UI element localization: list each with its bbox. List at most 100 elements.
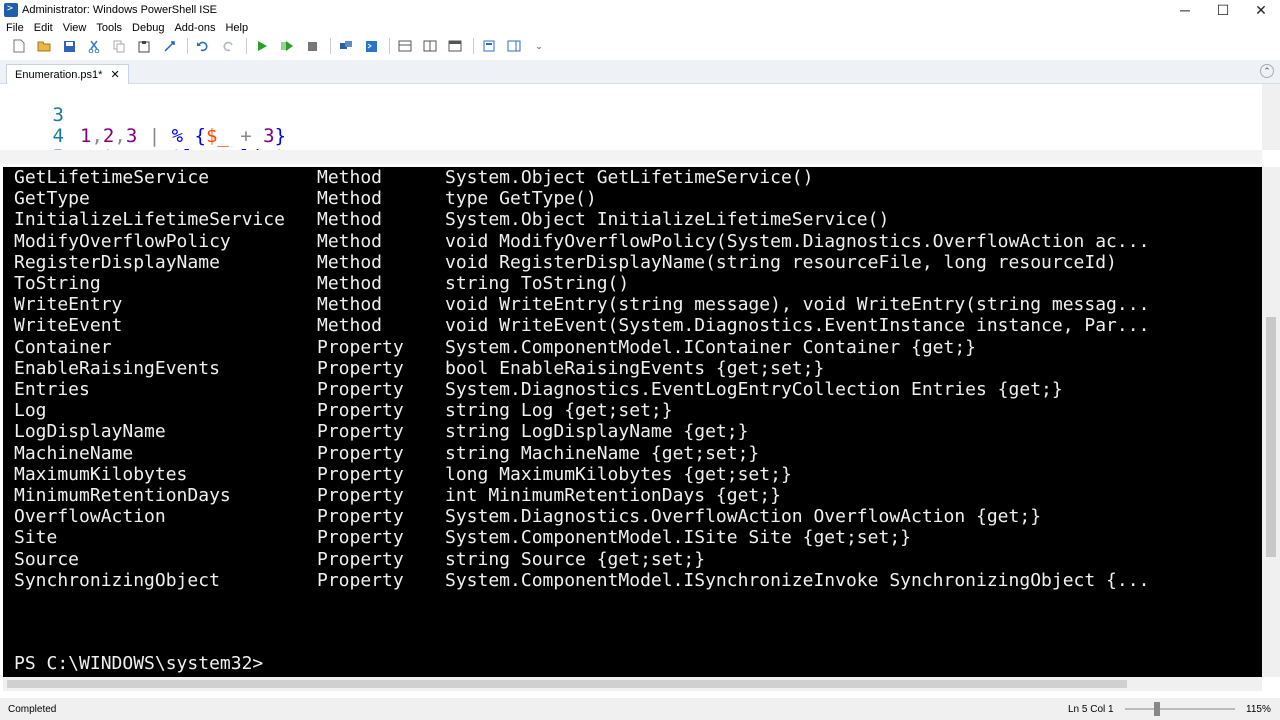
member-type: Property	[317, 463, 404, 485]
layout-top-icon[interactable]	[394, 36, 416, 56]
status-text: Completed	[8, 703, 57, 715]
member-definition: string Source {get;set;}	[445, 548, 706, 570]
member-type: Method	[317, 230, 383, 252]
menu-tools[interactable]: Tools	[90, 22, 126, 34]
member-name: WriteEntry	[14, 294, 123, 316]
member-definition: System.ComponentModel.ISite Site {get;se…	[445, 527, 911, 549]
menu-addons[interactable]: Add-ons	[168, 22, 219, 34]
member-name: RegisterDisplayName	[14, 251, 220, 273]
member-definition: int MinimumRetentionDays {get;}	[445, 485, 781, 506]
layout-max-icon[interactable]	[444, 36, 466, 56]
scroll-thumb[interactable]	[1266, 317, 1276, 557]
member-name: ModifyOverflowPolicy	[14, 230, 231, 252]
status-bar: Completed Ln 5 Col 1 115%	[0, 698, 1280, 720]
layout-right-icon[interactable]	[419, 36, 441, 56]
member-name: GetLifetimeService	[14, 167, 210, 188]
clear-console-icon[interactable]	[158, 36, 180, 56]
member-definition: System.ComponentModel.ISynchronizeInvoke…	[445, 569, 1150, 591]
save-icon[interactable]	[58, 36, 80, 56]
minimize-button[interactable]: ─	[1166, 0, 1204, 20]
member-definition: long MaximumKilobytes {get;set;}	[445, 463, 792, 485]
member-definition: void ModifyOverflowPolicy(System.Diagnos…	[445, 230, 1150, 252]
run-script-icon[interactable]	[251, 36, 273, 56]
remote-powershell-icon[interactable]	[335, 36, 357, 56]
member-name: Container	[14, 336, 112, 358]
member-name: Source	[14, 548, 80, 570]
close-button[interactable]: ✕	[1242, 0, 1280, 20]
redo-icon[interactable]	[217, 36, 239, 56]
tab-strip: Enumeration.ps1* ✕ ⌃	[0, 60, 1280, 84]
member-definition: System.Diagnostics.OverflowAction Overfl…	[445, 506, 1042, 528]
paste-icon[interactable]	[133, 36, 155, 56]
member-definition: System.Object GetLifetimeService()	[445, 167, 814, 188]
undo-icon[interactable]	[192, 36, 214, 56]
member-name: EnableRaisingEvents	[14, 357, 220, 379]
powershell-console-icon[interactable]	[360, 36, 382, 56]
open-folder-icon[interactable]	[33, 36, 55, 56]
script-line: 5 get-eventlog -list | get-member	[0, 126, 1262, 151]
member-name: Log	[14, 400, 47, 422]
stop-icon[interactable]	[301, 36, 323, 56]
member-name: Site	[14, 527, 58, 549]
menu-file[interactable]: File	[0, 22, 28, 34]
copy-icon[interactable]	[108, 36, 130, 56]
script-vertical-scrollbar[interactable]	[1262, 84, 1280, 150]
member-type: Property	[317, 548, 404, 570]
script-line: 3 1,2,3 | % {$_ + 3}	[0, 84, 1262, 147]
member-name: InitializeLifetimeService	[14, 209, 285, 231]
member-type: Property	[317, 442, 404, 464]
member-type: Property	[317, 569, 404, 591]
tab-label: Enumeration.ps1*	[15, 68, 103, 81]
collapse-script-pane-icon[interactable]: ⌃	[1260, 64, 1274, 78]
menu-help[interactable]: Help	[219, 22, 252, 34]
member-definition: bool EnableRaisingEvents {get;set;}	[445, 357, 825, 379]
cut-icon[interactable]	[83, 36, 105, 56]
member-name: OverflowAction	[14, 506, 166, 528]
console-prompt[interactable]: PS C:\WINDOWS\system32>	[14, 653, 263, 674]
member-type: Method	[317, 273, 383, 294]
member-type: Method	[317, 209, 383, 231]
toolbar-overflow-icon[interactable]: ⌄	[528, 36, 550, 56]
menu-edit[interactable]: Edit	[28, 22, 57, 34]
member-definition: void WriteEntry(string message), void Wr…	[445, 294, 1150, 316]
scroll-thumb[interactable]	[7, 680, 1127, 688]
new-file-icon[interactable]	[8, 36, 30, 56]
maximize-button[interactable]: ☐	[1204, 0, 1242, 20]
member-definition: void RegisterDisplayName(string resource…	[445, 251, 1117, 273]
menu-bar: File Edit View Tools Debug Add-ons Help	[0, 20, 1280, 35]
console-vertical-scrollbar[interactable]	[1262, 167, 1280, 677]
powershell-icon	[4, 3, 18, 17]
member-name: GetType	[14, 188, 90, 210]
menu-view[interactable]: View	[57, 22, 91, 34]
member-definition: string MachineName {get;set;}	[445, 442, 760, 464]
member-name: MaximumKilobytes	[14, 463, 188, 485]
member-definition: System.Object InitializeLifetimeService(…	[445, 209, 890, 231]
member-definition: System.ComponentModel.IContainer Contain…	[445, 336, 977, 358]
member-type: Property	[317, 527, 404, 549]
member-definition: System.Diagnostics.EventLogEntryCollecti…	[445, 379, 1063, 400]
run-selection-icon[interactable]	[276, 36, 298, 56]
script-editor[interactable]: 3 1,2,3 | % {$_ + 3} 4 get-eventlog -lis…	[0, 84, 1262, 150]
member-name: LogDisplayName	[14, 421, 166, 443]
show-commands-icon[interactable]	[503, 36, 525, 56]
member-type: Property	[317, 485, 404, 506]
tab-close-icon[interactable]: ✕	[110, 68, 119, 81]
menu-debug[interactable]: Debug	[126, 22, 168, 34]
member-name: WriteEvent	[14, 315, 123, 337]
member-definition: type GetType()	[445, 188, 597, 210]
tab-enumeration[interactable]: Enumeration.ps1* ✕	[6, 64, 129, 84]
member-definition: string Log {get;set;}	[445, 400, 673, 422]
member-name: ToString	[14, 273, 101, 294]
zoom-slider-thumb[interactable]	[1154, 702, 1160, 716]
member-definition: string LogDisplayName {get;}	[445, 421, 749, 443]
script-horizontal-scrollbar[interactable]	[0, 150, 1262, 164]
member-name: Entries	[14, 379, 90, 400]
member-type: Property	[317, 506, 404, 528]
console-horizontal-scrollbar[interactable]	[3, 677, 1262, 691]
console-pane[interactable]: GetLifetimeService Method System.Object Ge…	[3, 167, 1262, 677]
zoom-slider-track[interactable]	[1125, 708, 1235, 710]
member-name: MachineName	[14, 442, 134, 464]
member-type: Property	[317, 400, 404, 422]
member-type: Method	[317, 167, 383, 188]
show-script-pane-icon[interactable]	[478, 36, 500, 56]
